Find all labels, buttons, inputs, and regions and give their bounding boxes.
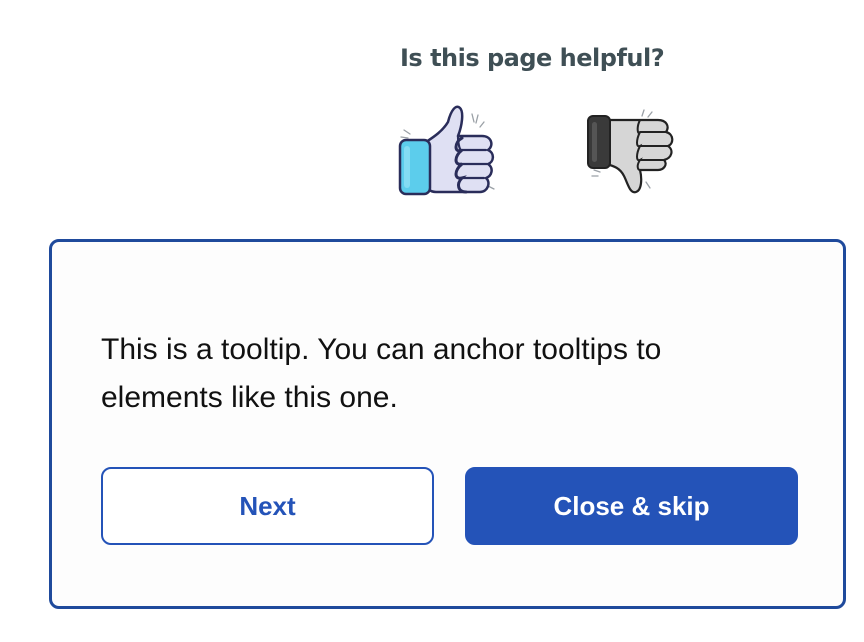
next-button[interactable]: Next [101, 467, 434, 545]
tooltip-text: This is a tooltip. You can anchor toolti… [101, 333, 662, 414]
feedback-question: Is this page helpful? [400, 44, 665, 72]
thumbs-down-icon[interactable] [584, 106, 678, 196]
thumbs-up-graphic [398, 105, 495, 196]
page: Is this page helpful? This is a tooltip.… [0, 0, 864, 642]
tooltip-dialog: This is a tooltip. You can anchor toolti… [49, 239, 846, 609]
close-skip-button[interactable]: Close & skip [465, 467, 798, 545]
thumbs-down-graphic [587, 109, 674, 194]
thumbs-up-icon[interactable] [396, 100, 502, 200]
